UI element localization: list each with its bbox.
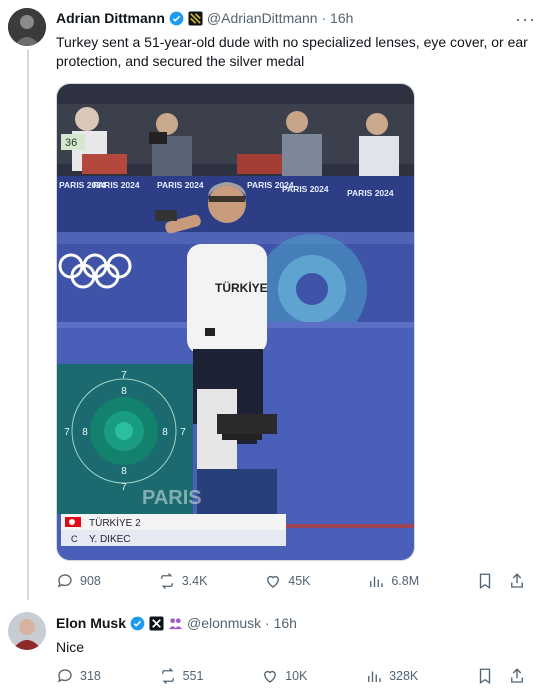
reply-icon xyxy=(57,574,72,588)
like-button[interactable]: 45K xyxy=(264,572,311,590)
svg-text:7: 7 xyxy=(64,427,70,438)
lane-number: 36 xyxy=(65,137,77,149)
paris-watermark: PARIS xyxy=(142,487,202,509)
tweet-media-image[interactable]: 36 PARIS 2024 PARIS 2024 PARIS 2024 PARI… xyxy=(56,83,415,561)
tweet2-header: Elon Musk @elonmusk · 16h xyxy=(56,615,297,631)
reply-button[interactable]: 908 xyxy=(56,572,101,590)
thread-line xyxy=(27,50,29,600)
tweet1-header: Adrian Dittmann @AdrianDittmann · 16h xyxy=(56,10,353,26)
views-icon xyxy=(370,576,384,587)
reply-count: 908 xyxy=(80,574,101,588)
author-name[interactable]: Adrian Dittmann xyxy=(56,10,165,26)
svg-text:7: 7 xyxy=(180,427,186,438)
verified-badge-icon xyxy=(169,11,184,26)
svg-text:7: 7 xyxy=(121,370,127,381)
repost-count: 3.4K xyxy=(181,574,208,588)
views-icon xyxy=(368,671,381,682)
author-handle-time[interactable]: @AdrianDittmann · 16h xyxy=(207,10,354,26)
views-button[interactable]: 328K xyxy=(365,667,418,685)
views-count: 6.8M xyxy=(391,574,420,588)
reply-count: 318 xyxy=(80,669,101,683)
heart-icon xyxy=(264,670,277,683)
share-button[interactable] xyxy=(508,667,526,685)
svg-text:7: 7 xyxy=(121,482,127,493)
svg-text:C: C xyxy=(71,534,78,544)
svg-text:PARIS 2024: PARIS 2024 xyxy=(93,180,140,190)
more-options-icon[interactable]: ··· xyxy=(515,10,536,28)
reply-button[interactable]: 318 xyxy=(56,667,101,685)
heart-icon xyxy=(267,575,280,588)
tweet-text: Nice xyxy=(56,639,85,655)
like-count: 10K xyxy=(285,669,308,683)
bookmark-button[interactable] xyxy=(476,667,494,685)
affiliates-badge-icon[interactable] xyxy=(168,616,183,631)
scoreboard-country: TÜRKİYE 2 xyxy=(89,516,141,529)
bookmark-icon xyxy=(479,573,491,590)
like-button[interactable]: 10K xyxy=(261,667,307,685)
repost-icon xyxy=(161,668,174,684)
bookmark-button[interactable] xyxy=(476,572,494,590)
bookmark-icon xyxy=(479,668,491,685)
repost-button[interactable]: 3.4K xyxy=(158,572,208,590)
share-icon xyxy=(511,573,523,588)
affiliate-badge-icon[interactable] xyxy=(188,10,203,26)
x-logo-badge-icon[interactable] xyxy=(149,615,164,631)
tweet-text: Turkey sent a 51-year-old dude with no s… xyxy=(56,34,528,69)
shirt-text: TÜRKİYE xyxy=(215,280,268,295)
svg-text:8: 8 xyxy=(82,427,88,438)
like-count: 45K xyxy=(288,574,311,588)
repost-icon xyxy=(160,573,173,589)
svg-text:8: 8 xyxy=(121,466,127,477)
share-button[interactable] xyxy=(508,572,526,590)
tweet2-actions: 318 551 10K 328K xyxy=(56,667,526,685)
svg-text:8: 8 xyxy=(162,427,168,438)
avatar-adrian[interactable] xyxy=(8,8,46,46)
svg-text:PARIS 2024: PARIS 2024 xyxy=(157,180,204,190)
olympic-shooter-photo: 36 PARIS 2024 PARIS 2024 PARIS 2024 PARI… xyxy=(57,84,414,560)
scoreboard-name: Y. DIKEC xyxy=(89,534,131,545)
verified-badge-icon xyxy=(130,616,145,631)
views-button[interactable]: 6.8M xyxy=(367,572,419,590)
avatar-elon[interactable] xyxy=(8,612,46,650)
author-handle-time[interactable]: @elonmusk · 16h xyxy=(187,615,297,631)
repost-count: 551 xyxy=(182,669,204,683)
tweet1-actions: 908 3.4K 45K 6.8M xyxy=(56,572,526,590)
share-icon xyxy=(511,668,523,683)
svg-text:PARIS 2024: PARIS 2024 xyxy=(347,188,394,198)
svg-text:PARIS 2024: PARIS 2024 xyxy=(282,184,329,194)
svg-text:8: 8 xyxy=(121,386,127,397)
author-name[interactable]: Elon Musk xyxy=(56,615,126,631)
repost-button[interactable]: 551 xyxy=(159,667,204,685)
reply-icon xyxy=(57,669,72,683)
views-count: 328K xyxy=(389,669,419,683)
